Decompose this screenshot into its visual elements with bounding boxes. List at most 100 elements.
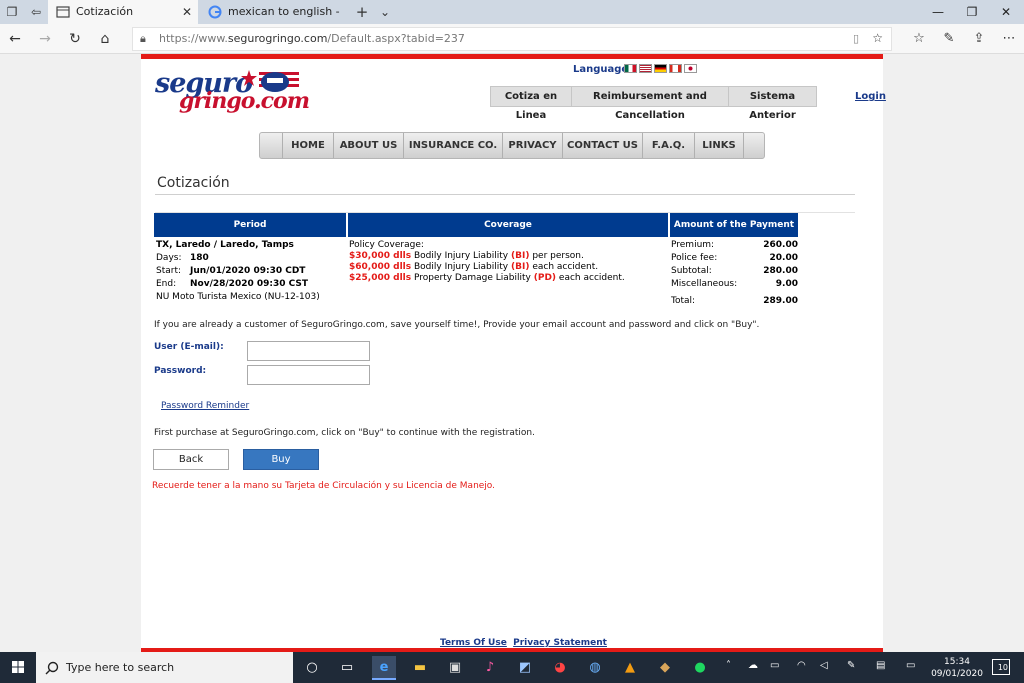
vlc-icon[interactable]: ▲: [618, 656, 642, 680]
set-aside-tabs-icon[interactable]: ⇦: [28, 4, 44, 20]
nav-contact-us[interactable]: CONTACT US: [562, 133, 642, 158]
start-label: Start:: [156, 266, 182, 276]
canada-flag-icon[interactable]: [669, 64, 682, 73]
page-title: Cotización: [157, 175, 230, 191]
password-input[interactable]: [247, 365, 370, 385]
main-nav: HOME ABOUT US INSURANCE CO. PRIVACY CONT…: [259, 132, 765, 159]
notifications-icon[interactable]: 10: [992, 659, 1010, 675]
header-period: Period: [154, 213, 346, 237]
header-payment: Amount of the Payment (Dlls): [670, 213, 798, 254]
task-view-icon[interactable]: ▭: [335, 656, 359, 680]
password-reminder-link[interactable]: Password Reminder: [161, 401, 249, 411]
header-coverage: Coverage: [348, 213, 668, 237]
share-icon[interactable]: ⇪: [970, 30, 988, 48]
lock-icon: 🔒︎: [140, 32, 146, 45]
start-button[interactable]: [0, 652, 36, 683]
app-icon[interactable]: ◕: [548, 656, 572, 680]
germany-flag-icon[interactable]: [654, 64, 667, 73]
reading-view-icon[interactable]: ▯: [853, 32, 859, 45]
tab-cotizacion[interactable]: Cotización ✕: [48, 0, 198, 24]
close-icon[interactable]: ✕: [182, 0, 192, 24]
top-menu-reimbursement[interactable]: Reimbursement and Cancellation: [572, 87, 729, 121]
period-route: TX, Laredo / Laredo, Tamps: [156, 240, 294, 250]
footer-links: Terms Of Use Privacy Statement: [440, 638, 607, 648]
subtotal-value: 280.00: [763, 266, 798, 276]
site-logo[interactable]: seguro gringo.com: [155, 68, 310, 122]
divider: [155, 194, 855, 195]
police-fee-label: Police fee:: [671, 253, 718, 263]
car-flag-icon: [241, 70, 299, 92]
spotify-icon[interactable]: ●: [688, 656, 712, 680]
tab-actions-icon[interactable]: ❐: [4, 4, 20, 20]
volume-icon[interactable]: ◁: [820, 660, 828, 671]
premium-label: Premium:: [671, 240, 715, 250]
more-icon[interactable]: ⋯: [1000, 30, 1018, 48]
total-label: Total:: [671, 296, 696, 306]
app-icon[interactable]: ◆: [653, 656, 677, 680]
itunes-icon[interactable]: ♪: [478, 656, 502, 680]
back-arrow-icon[interactable]: ←: [6, 30, 24, 48]
top-menu: Cotiza en Linea Reimbursement and Cancel…: [490, 86, 817, 121]
clock-date: 09/01/2020: [931, 669, 983, 679]
store-icon[interactable]: ▣: [443, 656, 467, 680]
top-menu-cotiza[interactable]: Cotiza en Linea: [491, 87, 572, 121]
premium-value: 260.00: [763, 240, 798, 250]
close-window-button[interactable]: ✕: [989, 0, 1023, 24]
documents-reminder: Recuerde tener a la mano su Tarjeta de C…: [152, 481, 496, 491]
app-icon[interactable]: ◩: [513, 656, 537, 680]
display-icon[interactable]: ▭: [906, 660, 915, 671]
home-icon[interactable]: ⌂: [96, 30, 114, 48]
favorite-star-icon[interactable]: ☆: [872, 31, 883, 45]
nav-links[interactable]: LINKS: [694, 133, 744, 158]
tab-google[interactable]: mexican to english - Google: [200, 0, 346, 42]
terms-of-use-link[interactable]: Terms Of Use: [440, 638, 507, 648]
url-text: https://www.segurogringo.com/Default.asp…: [159, 32, 465, 45]
nav-faq[interactable]: F.A.Q.: [642, 133, 694, 158]
favorites-icon[interactable]: ☆: [910, 30, 928, 48]
japan-flag-icon[interactable]: [684, 64, 697, 73]
browser-tab-bar: ❐ ⇦ Cotización ✕ mexican to english - Go…: [0, 0, 1024, 42]
nav-privacy[interactable]: PRIVACY: [502, 133, 562, 158]
wifi-icon[interactable]: ◠: [797, 660, 806, 671]
search-placeholder: Type here to search: [66, 661, 175, 674]
maximize-button[interactable]: ❐: [955, 0, 989, 24]
new-tab-icon[interactable]: +: [354, 4, 370, 20]
first-purchase-text: First purchase at SeguroGringo.com, clic…: [154, 428, 535, 438]
pen-icon[interactable]: ✎: [940, 30, 958, 48]
police-fee-value: 20.00: [769, 253, 798, 263]
nav-home[interactable]: HOME: [282, 133, 333, 158]
google-icon: [208, 5, 222, 19]
login-link[interactable]: Login: [855, 91, 886, 102]
battery-icon[interactable]: ▭: [770, 660, 779, 671]
customer-intro: If you are already a customer of SeguroG…: [154, 320, 760, 330]
nav-insurance-co[interactable]: INSURANCE CO.: [403, 133, 502, 158]
tab-title: Cotización: [76, 5, 134, 18]
top-menu-sistema-anterior[interactable]: Sistema Anterior: [729, 87, 816, 121]
user-email-input[interactable]: [247, 341, 370, 361]
edge-icon[interactable]: e: [372, 656, 396, 680]
keyboard-icon[interactable]: ▤: [876, 660, 885, 671]
globe-icon[interactable]: ◍: [583, 656, 607, 680]
url-field[interactable]: 🔒︎ https://www.segurogringo.com/Default.…: [132, 27, 892, 51]
nav-about-us[interactable]: ABOUT US: [333, 133, 403, 158]
refresh-icon[interactable]: ↻: [66, 30, 84, 48]
buy-button[interactable]: Buy: [243, 449, 319, 470]
chevron-up-icon[interactable]: ˄: [726, 660, 731, 671]
mexico-flag-icon[interactable]: [624, 64, 637, 73]
days-value: 180: [190, 253, 209, 263]
usa-flag-icon[interactable]: [639, 64, 652, 73]
back-button[interactable]: Back: [153, 449, 229, 470]
forward-arrow-icon[interactable]: →: [36, 30, 54, 48]
start-value: Jun/01/2020 09:30 CDT: [190, 266, 306, 276]
taskbar-clock[interactable]: 15:34 09/01/2020: [930, 656, 984, 680]
chevron-down-icon[interactable]: ⌄: [377, 4, 393, 20]
taskbar-search[interactable]: Type here to search: [36, 652, 293, 683]
cloud-icon[interactable]: ☁: [748, 660, 758, 671]
file-explorer-icon[interactable]: ▬: [408, 656, 432, 680]
clock-time: 15:34: [944, 657, 970, 667]
minimize-button[interactable]: —: [921, 0, 955, 24]
product-name: NU Moto Turista Mexico (NU-12-103): [156, 292, 320, 302]
pen-icon[interactable]: ✎: [847, 660, 855, 671]
cortana-icon[interactable]: ○: [300, 656, 324, 680]
privacy-statement-link[interactable]: Privacy Statement: [513, 638, 607, 648]
